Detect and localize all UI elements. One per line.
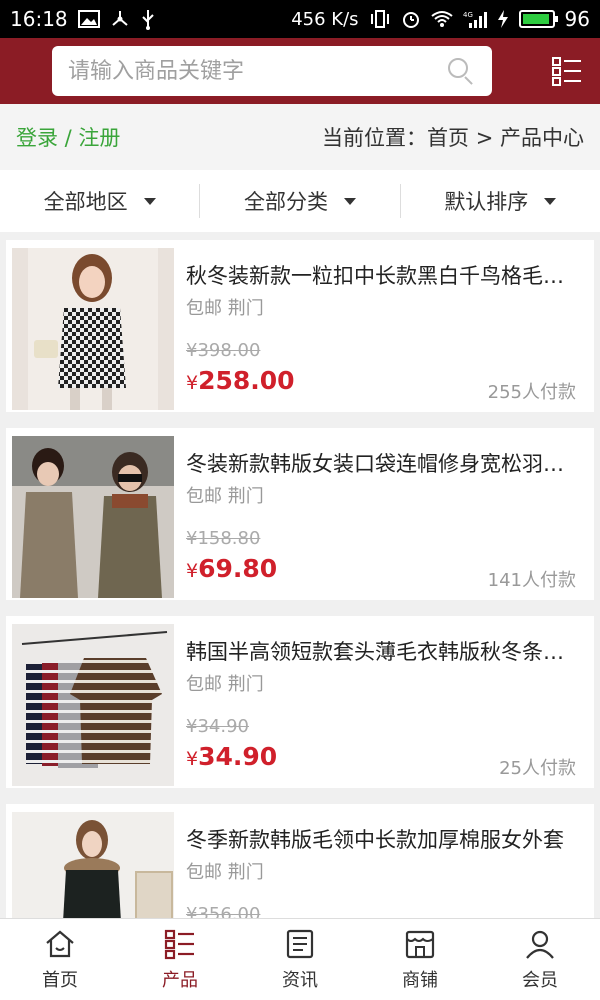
location-bar: 登录 / 注册 当前位置：首页 > 产品中心 bbox=[0, 104, 600, 170]
original-price: ¥34.90 bbox=[186, 716, 249, 737]
status-time: 16:18 bbox=[10, 7, 68, 31]
nav-products-label: 产品 bbox=[162, 969, 198, 991]
caret-down-icon bbox=[343, 197, 356, 205]
nav-member[interactable]: 会员 bbox=[480, 919, 600, 1000]
original-price: ¥398.00 bbox=[186, 340, 261, 361]
search-input[interactable] bbox=[68, 58, 446, 84]
filter-category-label: 全部分类 bbox=[243, 190, 328, 214]
product-card[interactable]: 冬季新款韩版毛领中长款加厚棉服女外套 包邮 荆门 ¥356.00 bbox=[6, 804, 594, 918]
nav-home-label: 首页 bbox=[42, 969, 78, 991]
login-register-link[interactable]: 登录 / 注册 bbox=[16, 122, 120, 152]
original-price: ¥158.80 bbox=[186, 528, 261, 549]
product-card[interactable]: 韩国半高领短款套头薄毛衣韩版秋冬条纹上衣 包邮 荆门 ¥34.90 ¥34.90… bbox=[6, 616, 594, 788]
alarm-icon bbox=[401, 9, 421, 29]
status-bar: 16:18 456 K/s 4G 96 bbox=[0, 0, 600, 38]
product-image-down-jacket[interactable] bbox=[12, 436, 174, 598]
home-icon bbox=[46, 930, 74, 957]
svg-text:4G: 4G bbox=[463, 11, 473, 19]
product-title[interactable]: 冬季新款韩版毛领中长款加厚棉服女外套 bbox=[186, 824, 576, 854]
breadcrumb: 当前位置：首页 > 产品中心 bbox=[322, 126, 584, 150]
filter-category[interactable]: 全部分类 bbox=[199, 184, 399, 218]
product-meta: 包邮 荆门 bbox=[186, 862, 264, 883]
product-grid-icon bbox=[164, 929, 194, 959]
filter-region-label: 全部地区 bbox=[43, 190, 128, 214]
battery-percent: 96 bbox=[564, 7, 590, 31]
price-value: 69.80 bbox=[198, 554, 278, 583]
search-icon[interactable] bbox=[446, 56, 476, 86]
paid-count: 255人付款 bbox=[487, 382, 576, 403]
product-image-fur-collar-coat[interactable] bbox=[12, 812, 174, 918]
price-symbol: ¥ bbox=[186, 372, 199, 394]
product-meta: 包邮 荆门 bbox=[186, 298, 264, 319]
nav-shop[interactable]: 商铺 bbox=[360, 919, 480, 1000]
product-title[interactable]: 冬装新款韩版女装口袋连帽修身宽松羽绒服 bbox=[186, 448, 576, 478]
list-menu-icon[interactable] bbox=[552, 56, 582, 86]
filter-sort[interactable]: 默认排序 bbox=[399, 184, 600, 218]
current-price: ¥34.90 bbox=[186, 742, 277, 771]
share-icon bbox=[110, 9, 130, 29]
paid-count: 141人付款 bbox=[487, 570, 576, 591]
nav-member-label: 会员 bbox=[522, 969, 558, 991]
product-image-houndstooth-coat[interactable] bbox=[12, 248, 174, 410]
current-price: ¥258.00 bbox=[186, 366, 295, 395]
product-list: 秋冬装新款一粒扣中长款黑白千鸟格毛呢外套 包邮 荆门 ¥398.00 ¥258.… bbox=[0, 232, 600, 918]
current-price: ¥69.80 bbox=[186, 554, 277, 583]
price-symbol: ¥ bbox=[186, 748, 199, 770]
product-meta: 包邮 荆门 bbox=[186, 674, 264, 695]
filter-sort-label: 默认排序 bbox=[444, 190, 529, 214]
nav-news[interactable]: 资讯 bbox=[240, 919, 360, 1000]
product-image-striped-sweater[interactable] bbox=[12, 624, 174, 786]
caret-down-icon bbox=[544, 197, 557, 205]
image-icon bbox=[77, 10, 100, 28]
nav-home[interactable]: 首页 bbox=[0, 919, 120, 1000]
price-value: 258.00 bbox=[198, 366, 295, 395]
search-box[interactable] bbox=[52, 46, 492, 96]
news-icon bbox=[286, 929, 314, 958]
cell-signal-icon: 4G bbox=[463, 9, 487, 29]
bottom-nav: 首页 产品 资讯 商铺 会员 bbox=[0, 918, 600, 1000]
paid-count: 25人付款 bbox=[499, 758, 576, 779]
wifi-icon bbox=[430, 10, 453, 28]
original-price: ¥356.00 bbox=[186, 904, 261, 918]
shop-icon bbox=[405, 930, 435, 958]
member-icon bbox=[526, 930, 554, 959]
usb-icon bbox=[140, 8, 156, 30]
price-symbol: ¥ bbox=[186, 560, 199, 582]
product-card[interactable]: 冬装新款韩版女装口袋连帽修身宽松羽绒服 包邮 荆门 ¥158.80 ¥69.80… bbox=[6, 428, 594, 600]
nav-shop-label: 商铺 bbox=[402, 969, 438, 991]
product-title[interactable]: 韩国半高领短款套头薄毛衣韩版秋冬条纹上衣 bbox=[186, 636, 576, 666]
nav-news-label: 资讯 bbox=[282, 969, 318, 991]
network-speed: 456 K/s bbox=[291, 8, 359, 30]
charging-icon bbox=[497, 9, 509, 29]
vibrate-icon bbox=[369, 9, 391, 29]
caret-down-icon bbox=[143, 197, 156, 205]
filter-bar: 全部地区 全部分类 默认排序 bbox=[0, 170, 600, 232]
nav-products[interactable]: 产品 bbox=[120, 919, 240, 1000]
header bbox=[0, 38, 600, 104]
product-meta: 包邮 荆门 bbox=[186, 486, 264, 507]
product-card[interactable]: 秋冬装新款一粒扣中长款黑白千鸟格毛呢外套 包邮 荆门 ¥398.00 ¥258.… bbox=[6, 240, 594, 412]
battery-icon bbox=[518, 10, 558, 28]
product-title[interactable]: 秋冬装新款一粒扣中长款黑白千鸟格毛呢外套 bbox=[186, 260, 576, 290]
filter-region[interactable]: 全部地区 bbox=[0, 184, 199, 218]
price-value: 34.90 bbox=[198, 742, 278, 771]
